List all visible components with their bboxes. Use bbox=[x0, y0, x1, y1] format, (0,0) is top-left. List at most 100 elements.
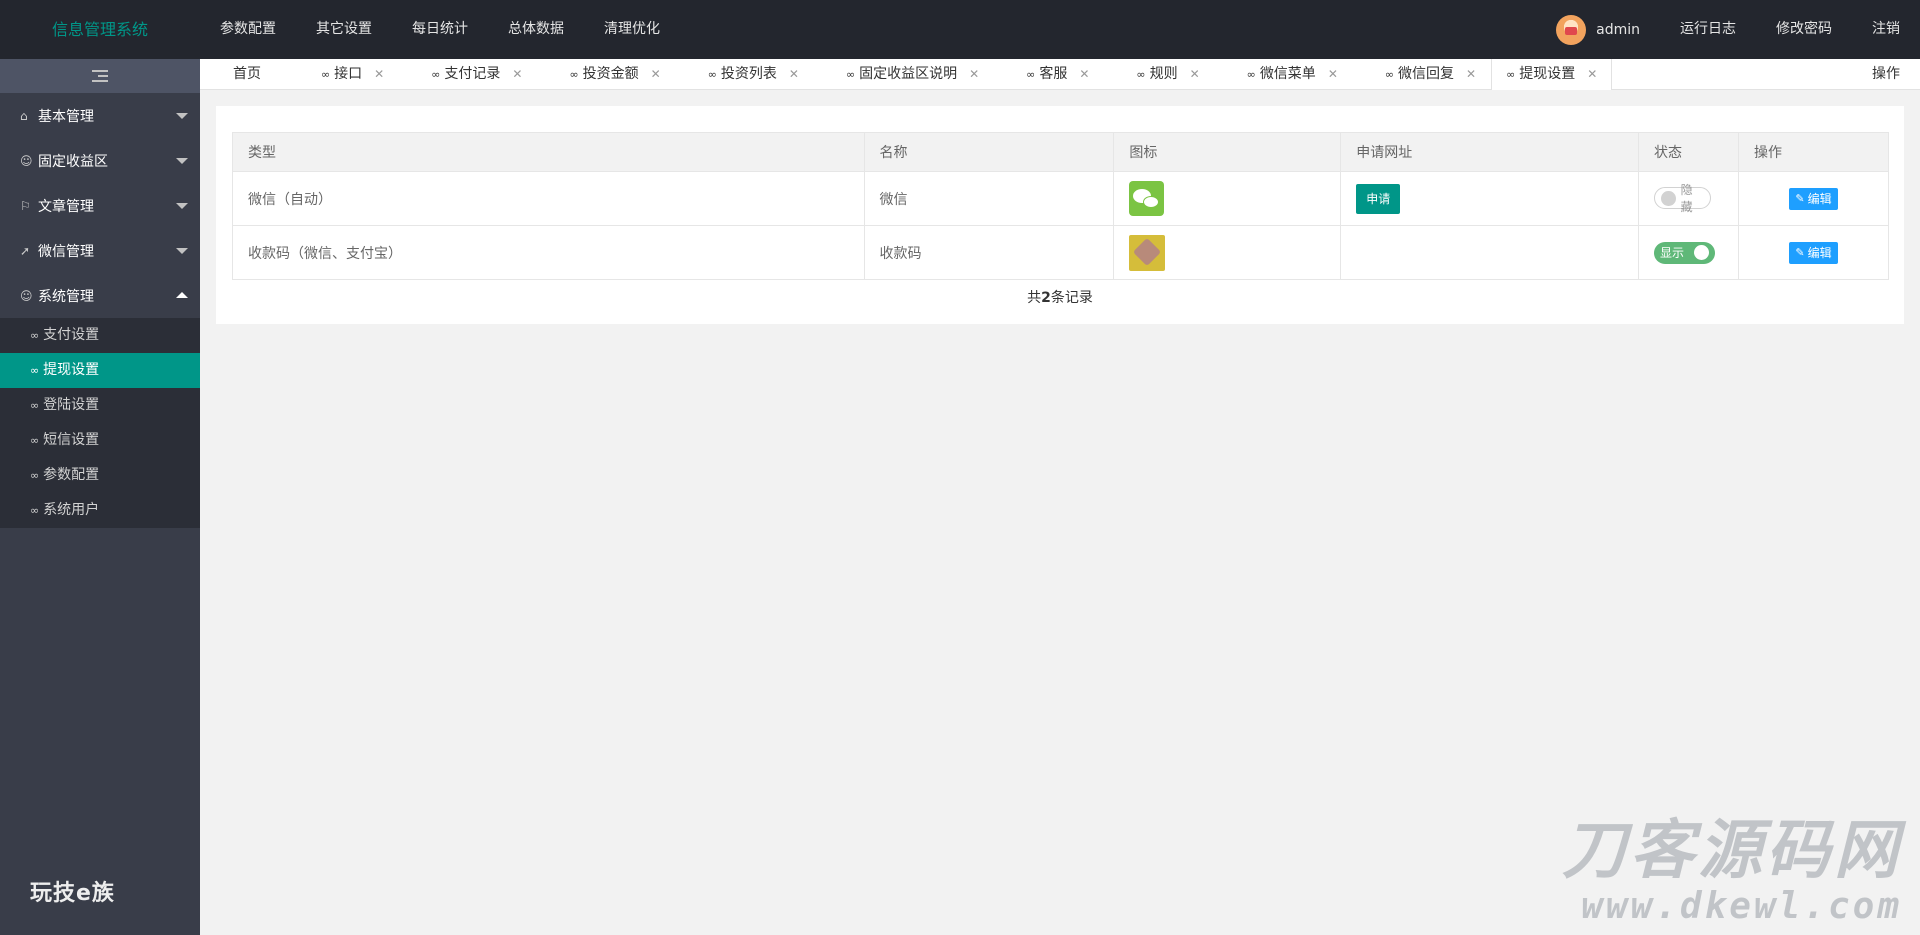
tab-wechat-reply[interactable]: ∞ 微信回复 ✕ bbox=[1353, 59, 1491, 90]
sidebar-item-label: 登陆设置 bbox=[43, 397, 100, 413]
column-header-type: 类型 bbox=[232, 132, 865, 172]
tab-label: 投资金额 bbox=[582, 66, 639, 82]
tab-investment-list[interactable]: ∞ 投资列表 ✕ bbox=[676, 59, 814, 90]
change-password-link[interactable]: 修改密码 bbox=[1756, 0, 1852, 59]
column-header-status: 状态 bbox=[1638, 132, 1740, 172]
tab-investment-amount[interactable]: ∞ 投资金额 ✕ bbox=[537, 59, 675, 90]
link-icon: ∞ bbox=[1384, 68, 1395, 81]
sidebar-item-sms-settings[interactable]: ∞ 短信设置 bbox=[0, 423, 200, 458]
sidebar-group-fixed-income[interactable]: ☺ 固定收益区 bbox=[0, 138, 200, 183]
flag-icon: ⚐ bbox=[20, 198, 31, 213]
column-header-apply-url: 申请网址 bbox=[1340, 132, 1640, 172]
sidebar-item-param-config[interactable]: ∞ 参数配置 bbox=[0, 458, 200, 493]
status-toggle-on[interactable]: 显示 bbox=[1654, 241, 1716, 264]
sidebar-item-payment-settings[interactable]: ∞ 支付设置 bbox=[0, 318, 200, 353]
link-icon: ∞ bbox=[569, 68, 579, 81]
sidebar-item-login-settings[interactable]: ∞ 登陆设置 bbox=[0, 388, 200, 423]
tab-payment-records[interactable]: ∞ 支付记录 ✕ bbox=[399, 59, 537, 90]
close-icon[interactable]: ✕ bbox=[512, 59, 522, 90]
sidebar-item-label: 支付设置 bbox=[43, 327, 100, 343]
app-logo[interactable]: 信息管理系统 bbox=[0, 0, 200, 59]
watermark-url: www.dkewl.com bbox=[1581, 886, 1902, 927]
tab-label: 投资列表 bbox=[720, 66, 777, 82]
link-icon: ∞ bbox=[707, 68, 717, 81]
close-icon[interactable]: ✕ bbox=[969, 59, 979, 90]
edit-button[interactable]: ✎ 编辑 bbox=[1789, 241, 1838, 264]
sidebar-item-system-users[interactable]: ∞ 系统用户 bbox=[0, 493, 200, 528]
top-nav-item-other[interactable]: 其它设置 bbox=[296, 0, 392, 59]
tab-wechat-menu[interactable]: ∞ 微信菜单 ✕ bbox=[1215, 59, 1353, 90]
sidebar-group-wechat[interactable]: ➚ 微信管理 bbox=[0, 228, 200, 273]
top-header: 信息管理系统 参数配置 其它设置 每日统计 总体数据 清理优化 admin 运行… bbox=[0, 0, 1920, 59]
caret-down-icon bbox=[176, 248, 188, 254]
run-log-link[interactable]: 运行日志 bbox=[1660, 0, 1756, 59]
sidebar-group-label: 系统管理 bbox=[38, 288, 94, 305]
cell-type: 微信（自动） bbox=[232, 171, 865, 226]
tab-label: 提现设置 bbox=[1519, 66, 1576, 82]
close-icon[interactable]: ✕ bbox=[651, 59, 661, 90]
tab-rules[interactable]: ∞ 规则 ✕ bbox=[1104, 59, 1214, 90]
edit-pencil-icon: ✎ bbox=[1795, 246, 1805, 259]
tab-api[interactable]: ∞ 接口 ✕ bbox=[289, 59, 399, 90]
record-count: 共2条记录 bbox=[1027, 290, 1093, 306]
close-icon[interactable]: ✕ bbox=[1190, 59, 1200, 90]
cell-type: 收款码（微信、支付宝） bbox=[232, 225, 865, 280]
link-icon: ∞ bbox=[431, 68, 441, 81]
tab-withdraw-settings[interactable]: ∞ 提现设置 ✕ bbox=[1491, 59, 1613, 90]
cell-icon bbox=[1113, 171, 1342, 226]
caret-up-icon bbox=[176, 292, 188, 298]
tab-bar: 首页 ∞ 接口 ✕ ∞ 支付记录 ✕ ∞ 投资金额 ✕ ∞ 投资列表 ✕ ∞ 固定收益区说明 ✕ ∞… bbox=[200, 59, 1920, 90]
user-icon: ☺ bbox=[20, 288, 33, 303]
status-toggle-off[interactable]: 隐藏 bbox=[1654, 183, 1712, 214]
sidebar-group-articles[interactable]: ⚐ 文章管理 bbox=[0, 183, 200, 228]
edit-pencil-icon: ✎ bbox=[1795, 192, 1805, 205]
cell-status: 隐藏 bbox=[1638, 171, 1740, 226]
wechat-icon bbox=[1129, 181, 1165, 216]
sidebar-item-withdraw-settings[interactable]: ∞ 提现设置 bbox=[0, 353, 200, 388]
logout-link[interactable]: 注销 bbox=[1852, 0, 1920, 59]
link-icon: ∞ bbox=[1506, 68, 1516, 81]
tab-customer-service[interactable]: ∞ 客服 ✕ bbox=[994, 59, 1104, 90]
close-icon[interactable]: ✕ bbox=[789, 59, 799, 90]
sidebar-item-label: 参数配置 bbox=[43, 467, 100, 483]
menu-fold-icon bbox=[92, 70, 108, 82]
top-nav-item-daily-stats[interactable]: 每日统计 bbox=[392, 0, 488, 59]
sidebar-group-label: 基本管理 bbox=[38, 108, 94, 125]
tab-home[interactable]: 首页 bbox=[200, 59, 289, 90]
top-nav-item-params[interactable]: 参数配置 bbox=[200, 0, 296, 59]
toggle-label: 显示 bbox=[1660, 246, 1685, 260]
top-nav-item-overall-data[interactable]: 总体数据 bbox=[488, 0, 584, 59]
link-icon: ∞ bbox=[1246, 68, 1256, 81]
top-nav-item-cleanup[interactable]: 清理优化 bbox=[584, 0, 680, 59]
link-icon: ∞ bbox=[1026, 68, 1036, 81]
cell-apply-url: 申请 bbox=[1340, 171, 1640, 226]
sidebar-item-label: 短信设置 bbox=[43, 432, 100, 448]
close-icon[interactable]: ✕ bbox=[374, 59, 384, 90]
close-icon[interactable]: ✕ bbox=[1079, 59, 1089, 90]
tab-operations-button[interactable]: 操作 bbox=[1872, 59, 1900, 90]
cell-apply-url bbox=[1340, 225, 1640, 280]
close-icon[interactable]: ✕ bbox=[1587, 59, 1597, 90]
caret-down-icon bbox=[176, 113, 188, 119]
caret-down-icon bbox=[176, 158, 188, 164]
apply-button[interactable]: 申请 bbox=[1356, 183, 1401, 214]
sidebar-group-system[interactable]: ☺ 系统管理 bbox=[0, 273, 200, 318]
user-name: admin bbox=[1596, 21, 1640, 38]
link-icon: ∞ bbox=[30, 469, 40, 482]
main-panel: 类型 名称 图标 申请网址 状态 操作 微信（自动） 微信 申请 隐藏 ✎ 编辑… bbox=[216, 106, 1904, 324]
sidebar-toggle[interactable] bbox=[0, 59, 200, 93]
user-menu[interactable]: admin bbox=[1556, 14, 1640, 45]
close-icon[interactable]: ✕ bbox=[1328, 59, 1338, 90]
link-icon: ∞ bbox=[30, 329, 40, 342]
withdraw-settings-table: 类型 名称 图标 申请网址 状态 操作 微信（自动） 微信 申请 隐藏 ✎ 编辑… bbox=[232, 132, 1889, 280]
table-row: 微信（自动） 微信 申请 隐藏 ✎ 编辑 bbox=[232, 171, 1889, 226]
tab-label: 微信菜单 bbox=[1259, 66, 1316, 82]
close-icon[interactable]: ✕ bbox=[1466, 59, 1476, 90]
cell-actions: ✎ 编辑 bbox=[1738, 171, 1889, 226]
tab-fixed-income-desc[interactable]: ∞ 固定收益区说明 ✕ bbox=[814, 59, 994, 90]
avatar bbox=[1556, 14, 1587, 45]
edit-button[interactable]: ✎ 编辑 bbox=[1789, 187, 1838, 210]
caret-down-icon bbox=[176, 203, 188, 209]
sidebar-group-basic[interactable]: ⌂ 基本管理 bbox=[0, 93, 200, 138]
tab-label: 支付记录 bbox=[444, 66, 501, 82]
